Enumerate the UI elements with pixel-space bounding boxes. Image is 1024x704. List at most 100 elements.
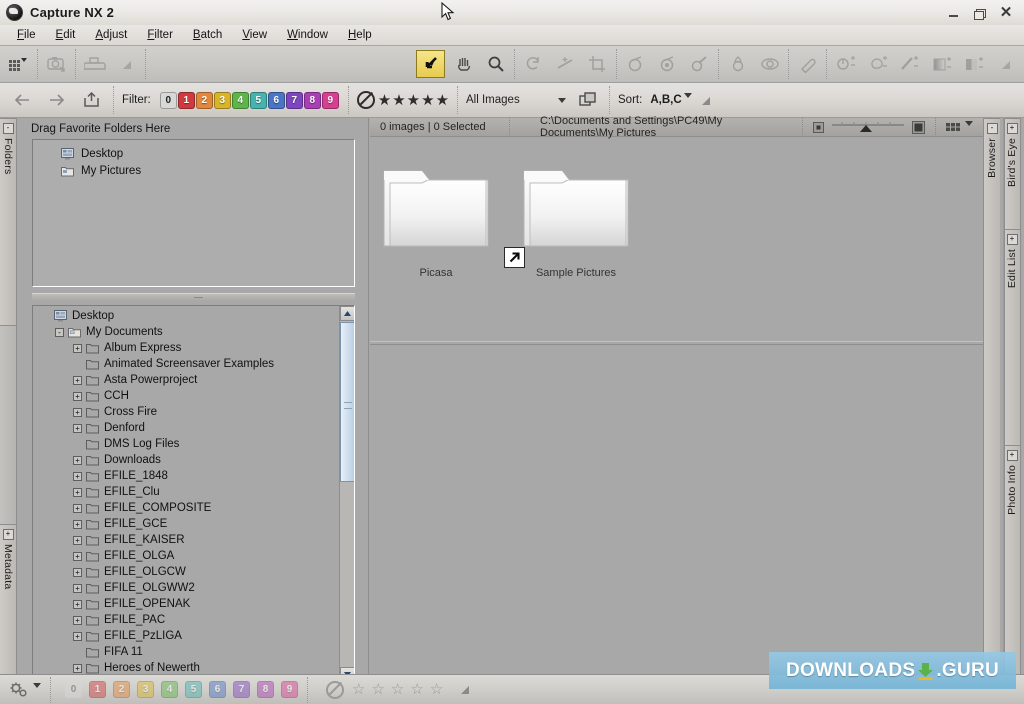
stack-view-icon[interactable] [574,87,601,113]
tree-expander[interactable]: + [73,407,82,417]
no-rating-icon[interactable] [356,91,375,109]
tree-row[interactable]: + Denford [33,420,339,436]
collapse-toggle[interactable]: - [986,123,998,134]
black-control-point-icon[interactable] [622,51,649,77]
tree-expander[interactable]: + [73,503,82,513]
auto-retouch-brush-icon[interactable] [794,51,821,77]
lasso-plus-icon[interactable] [864,51,891,77]
tree-row[interactable]: + EFILE_COMPOSITE [33,500,339,516]
large-thumbnail-icon[interactable] [912,120,925,134]
tree-row[interactable]: + EFILE_OPENAK [33,596,339,612]
label-button-1[interactable]: 1 [177,91,195,109]
sidebar-tab-photo-info[interactable]: + Photo Info [1003,446,1021,678]
expand-toggle[interactable]: + [1006,450,1018,461]
tree-row[interactable]: - My Documents [33,324,339,340]
panel-splitter[interactable] [32,293,355,301]
browser-item-picasa[interactable]: Picasa [376,163,496,279]
crop-icon[interactable] [584,51,611,77]
forward-arrow-icon[interactable] [43,87,70,113]
tree-expander[interactable]: + [73,471,82,481]
status-label-7[interactable]: 7 [233,681,250,698]
tree-row[interactable]: + EFILE_PzLIGA [33,628,339,644]
star-icon[interactable]: ★ [421,93,434,108]
menu-edit[interactable]: Edit [46,27,86,43]
tree-expander[interactable]: + [73,599,82,609]
expand-toggle[interactable]: + [1006,123,1018,134]
status-label-8[interactable]: 8 [257,681,274,698]
tree-expander[interactable]: + [73,375,82,385]
star-outline-icon[interactable]: ☆ [410,682,423,697]
print-icon[interactable] [81,51,108,77]
star-outline-icon[interactable]: ☆ [391,682,404,697]
rating-filter[interactable]: ★ ★ ★ ★ ★ [356,91,449,109]
status-label-3[interactable]: 3 [137,681,154,698]
chevron-down-icon[interactable] [558,97,567,103]
collapse-toggle[interactable]: - [2,123,14,134]
grid-view-icon[interactable] [946,121,962,133]
tree-expander[interactable]: + [73,583,82,593]
gears-settings-icon[interactable] [9,681,31,699]
small-thumbnail-icon[interactable] [813,121,824,133]
label-button-3[interactable]: 3 [213,91,231,109]
sidebar-tab-metadata[interactable]: + Metadata [0,524,17,678]
tree-row[interactable]: DMS Log Files [33,436,339,452]
star-outline-icon[interactable]: ☆ [371,682,384,697]
menu-window[interactable]: Window [277,27,338,43]
grid-view-control[interactable] [936,118,983,137]
direct-select-arrow-icon[interactable] [416,50,445,78]
sidebar-tab-browser[interactable]: - Browser [983,118,1000,678]
straighten-icon[interactable] [552,51,579,77]
tree-expander[interactable]: + [73,615,82,625]
tree-row[interactable]: FIFA 11 [33,644,339,660]
favorite-item-desktop[interactable]: Desktop [61,145,354,162]
menu-help[interactable]: Help [338,27,382,43]
gradient-plus-icon[interactable] [928,51,955,77]
status-label-0[interactable]: 0 [65,681,82,698]
tree-row[interactable]: + EFILE_1848 [33,468,339,484]
label-button-6[interactable]: 6 [267,91,285,109]
camera-transfer-icon[interactable] [43,51,70,77]
label-button-8[interactable]: 8 [303,91,321,109]
label-button-5[interactable]: 5 [249,91,267,109]
view-filter-value[interactable]: All Images [466,94,550,106]
resize-grip-icon[interactable] [113,51,140,77]
tree-row[interactable]: + EFILE_OLGWW2 [33,580,339,596]
label-button-9[interactable]: 9 [321,91,339,109]
neutral-control-point-icon[interactable] [686,51,713,77]
scroll-up-button[interactable] [340,306,354,321]
browser-item-sample-pictures[interactable]: Sample Pictures [504,163,636,279]
selection-line-plus-icon[interactable] [896,51,923,77]
tree-row[interactable]: + CCH [33,388,339,404]
status-label-6[interactable]: 6 [209,681,226,698]
resize-grip-icon[interactable] [992,51,1019,77]
status-label-4[interactable]: 4 [161,681,178,698]
tree-row[interactable]: + EFILE_OLGCW [33,564,339,580]
hand-pan-icon[interactable] [450,51,477,77]
status-label-2[interactable]: 2 [113,681,130,698]
star-outline-icon[interactable]: ☆ [352,682,365,697]
sidebar-tab-folders[interactable]: - Folders [0,118,17,326]
workspace-grid-icon[interactable] [5,51,32,77]
close-icon[interactable]: ✕ [999,5,1013,20]
label-button-7[interactable]: 7 [285,91,303,109]
label-button-0[interactable]: 0 [159,91,177,109]
label-button-4[interactable]: 4 [231,91,249,109]
sidebar-tab-edit-list[interactable]: + Edit List [1003,230,1021,446]
tree-expander[interactable]: + [73,551,82,561]
menu-file[interactable]: File [7,27,46,43]
tree-expander[interactable]: + [73,391,82,401]
star-icon[interactable]: ★ [378,93,391,108]
status-label-5[interactable]: 5 [185,681,202,698]
tree-expander[interactable]: + [73,631,82,641]
restore-icon[interactable] [973,6,987,20]
tree-row[interactable]: + EFILE_Clu [33,484,339,500]
white-control-point-icon[interactable] [654,51,681,77]
menu-filter[interactable]: Filter [137,27,183,43]
fill-remove-plus-icon[interactable] [960,51,987,77]
tree-row[interactable]: + EFILE_OLGA [33,548,339,564]
status-label-9[interactable]: 9 [281,681,298,698]
tree-expander[interactable]: - [55,327,64,337]
back-arrow-icon[interactable] [8,87,35,113]
tree-vertical-scrollbar[interactable] [339,306,354,682]
expand-toggle[interactable]: + [2,529,14,540]
